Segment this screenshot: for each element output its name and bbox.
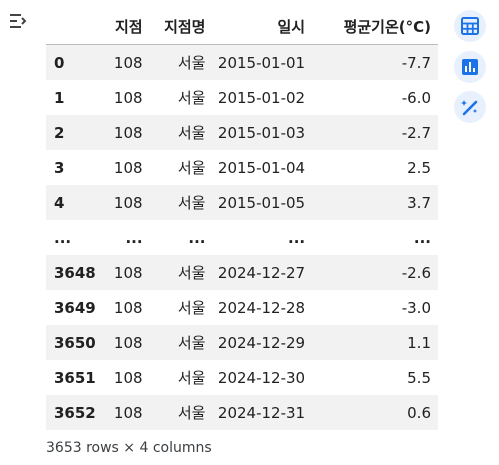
table-cell: 108 xyxy=(105,360,150,395)
dataframe-table: 지점 지점명 일시 평균기온(°C) 0 108 서울 2015-01-01 -7.7 1 108… xyxy=(46,8,438,430)
suggest-charts-button[interactable] xyxy=(454,51,486,83)
row-index-cell: 4 xyxy=(46,185,106,220)
table-cell: 2.5 xyxy=(312,150,438,185)
table-cell: -2.6 xyxy=(312,255,438,290)
table-cell: 2015-01-04 xyxy=(212,150,313,185)
row-index-cell: 3649 xyxy=(46,290,106,325)
table-cell: 2015-01-02 xyxy=(212,80,313,115)
magic-wand-icon xyxy=(461,100,478,116)
table-header: 지점 지점명 일시 평균기온(°C) xyxy=(46,8,438,45)
dataframe-table-container: 지점 지점명 일시 평균기온(°C) 0 108 서울 2015-01-01 -7.7 1 108… xyxy=(46,8,438,430)
filter-list-icon xyxy=(10,14,27,28)
row-index-cell: ... xyxy=(46,220,106,255)
table-cell: ... xyxy=(212,220,313,255)
generate-code-button[interactable] xyxy=(454,91,486,123)
row-index-cell: 3650 xyxy=(46,325,106,360)
table-cell: 서울 xyxy=(149,325,213,360)
table-cell: 2024-12-30 xyxy=(212,360,313,395)
table-row: 3 108 서울 2015-01-04 2.5 xyxy=(46,150,438,185)
table-cell: 3.7 xyxy=(312,185,438,220)
table-cell: 108 xyxy=(105,115,150,150)
row-index-cell: 3652 xyxy=(46,395,106,430)
ellipsis-row: ............... xyxy=(46,220,438,255)
row-index-cell: 3651 xyxy=(46,360,106,395)
bar-chart-icon xyxy=(462,59,478,75)
table-body: 0 108 서울 2015-01-01 -7.7 1 108 서울 2015-01-02 -6.0… xyxy=(46,44,438,430)
table-cell: 5.5 xyxy=(312,360,438,395)
table-cell: 108 xyxy=(105,325,150,360)
row-index-cell: 0 xyxy=(46,44,106,80)
table-cell: 2024-12-28 xyxy=(212,290,313,325)
header-row: 지점 지점명 일시 평균기온(°C) xyxy=(46,8,438,45)
table-cell: -3.0 xyxy=(312,290,438,325)
row-index-cell: 2 xyxy=(46,115,106,150)
table-cell: 서울 xyxy=(149,290,213,325)
table-cell: -7.7 xyxy=(312,44,438,80)
row-index-cell: 1 xyxy=(46,80,106,115)
table-row: 4 108 서울 2015-01-05 3.7 xyxy=(46,185,438,220)
table-cell: 108 xyxy=(105,44,150,80)
table-cell: 0.6 xyxy=(312,395,438,430)
table-row: 3651 108 서울 2024-12-30 5.5 xyxy=(46,360,438,395)
table-cell: 2015-01-03 xyxy=(212,115,313,150)
table-cell: ... xyxy=(149,220,213,255)
row-index-cell: 3648 xyxy=(46,255,106,290)
table-row: 1 108 서울 2015-01-02 -6.0 xyxy=(46,80,438,115)
dataframe-output: 지점 지점명 일시 평균기온(°C) 0 108 서울 2015-01-01 -7.7 1 108… xyxy=(0,0,499,465)
row-index-cell: 3 xyxy=(46,150,106,185)
table-cell: 1.1 xyxy=(312,325,438,360)
dataframe-shape-summary: 3653 rows × 4 columns xyxy=(46,440,212,456)
table-cell: 서울 xyxy=(149,255,213,290)
table-cell: 108 xyxy=(105,290,150,325)
table-cell: 서울 xyxy=(149,360,213,395)
table-cell: -2.7 xyxy=(312,115,438,150)
table-cell: ... xyxy=(105,220,150,255)
table-cell: 2015-01-05 xyxy=(212,185,313,220)
table-cell: 서울 xyxy=(149,115,213,150)
column-header: 일시 xyxy=(212,8,313,45)
table-cell: 108 xyxy=(105,150,150,185)
table-cell: ... xyxy=(312,220,438,255)
table-cell: 2015-01-01 xyxy=(212,44,313,80)
table-grid-icon xyxy=(461,17,479,35)
table-cell: 108 xyxy=(105,255,150,290)
table-row: 3652 108 서울 2024-12-31 0.6 xyxy=(46,395,438,430)
table-row: 3648 108 서울 2024-12-27 -2.6 xyxy=(46,255,438,290)
convert-to-interactive-table-button[interactable] xyxy=(454,10,486,42)
table-cell: 서울 xyxy=(149,395,213,430)
table-cell: 서울 xyxy=(149,150,213,185)
table-cell: 서울 xyxy=(149,44,213,80)
table-cell: 2024-12-29 xyxy=(212,325,313,360)
table-row: 0 108 서울 2015-01-01 -7.7 xyxy=(46,44,438,80)
table-cell: 서울 xyxy=(149,185,213,220)
column-header: 지점 xyxy=(105,8,150,45)
table-cell: 108 xyxy=(105,80,150,115)
table-row: 3649 108 서울 2024-12-28 -3.0 xyxy=(46,290,438,325)
table-cell: -6.0 xyxy=(312,80,438,115)
table-cell: 108 xyxy=(105,395,150,430)
table-row: 3650 108 서울 2024-12-29 1.1 xyxy=(46,325,438,360)
table-cell: 2024-12-31 xyxy=(212,395,313,430)
table-cell: 2024-12-27 xyxy=(212,255,313,290)
table-cell: 108 xyxy=(105,185,150,220)
table-row: 2 108 서울 2015-01-03 -2.7 xyxy=(46,115,438,150)
filter-toggle-button[interactable] xyxy=(6,8,32,34)
table-cell: 서울 xyxy=(149,80,213,115)
header-cell-index xyxy=(46,8,106,45)
column-header: 지점명 xyxy=(149,8,213,45)
column-header: 평균기온(°C) xyxy=(312,8,438,45)
